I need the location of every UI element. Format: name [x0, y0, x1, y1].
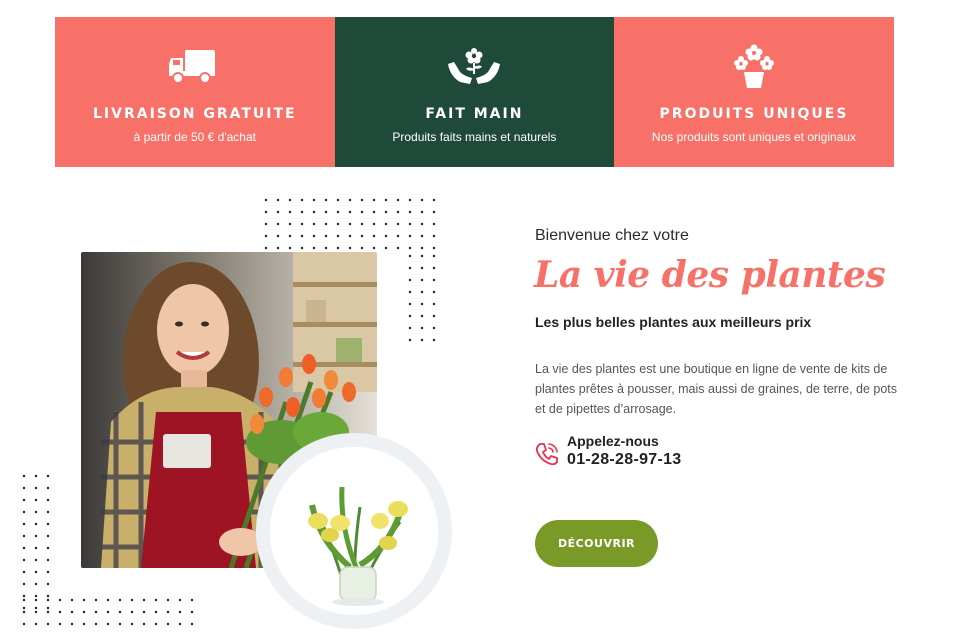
feature-unique-products: PRODUITS UNIQUES Nos produits sont uniqu…	[614, 17, 894, 167]
flower-pot-icon	[733, 44, 774, 88]
features-banner: LIVRAISON GRATUITE à partir de 50 € d'ac…	[55, 17, 894, 167]
phone-number[interactable]: 01-28-28-97-13	[567, 450, 682, 470]
feature-subtitle: Nos produits sont uniques et originaux	[651, 130, 857, 144]
feature-free-delivery: LIVRAISON GRATUITE à partir de 50 € d'ac…	[55, 17, 335, 167]
call-label: Appelez-nous	[567, 433, 659, 449]
welcome-text: Bienvenue chez votre	[535, 227, 689, 244]
feature-subtitle: Produits faits mains et naturels	[392, 130, 557, 144]
brand-title: La vie des plantes	[534, 254, 886, 296]
bouquet-image	[270, 447, 438, 615]
dot-pattern-bottom	[18, 594, 196, 628]
dot-pattern-right	[404, 250, 438, 346]
feature-title: PRODUITS UNIQUES	[659, 106, 849, 122]
bouquet-circle	[256, 433, 452, 629]
feature-handmade: FAIT MAIN Produits faits mains et nature…	[334, 17, 615, 167]
truck-icon	[168, 50, 215, 84]
discover-button[interactable]: DÉCOUVRIR	[535, 520, 658, 567]
tagline: Les plus belles plantes aux meilleurs pr…	[535, 314, 812, 330]
call-us-block[interactable]: Appelez-nous 01-28-28-97-13	[533, 432, 682, 470]
dot-pattern-left	[18, 470, 54, 610]
hands-flower-icon	[448, 48, 501, 84]
description: La vie des plantes est une boutique en l…	[535, 362, 898, 416]
feature-subtitle: à partir de 50 € d'achat	[133, 130, 256, 144]
feature-title: FAIT MAIN	[425, 106, 524, 122]
phone-icon	[535, 443, 558, 466]
dot-pattern-top	[260, 194, 438, 252]
feature-title: LIVRAISON GRATUITE	[92, 106, 297, 122]
